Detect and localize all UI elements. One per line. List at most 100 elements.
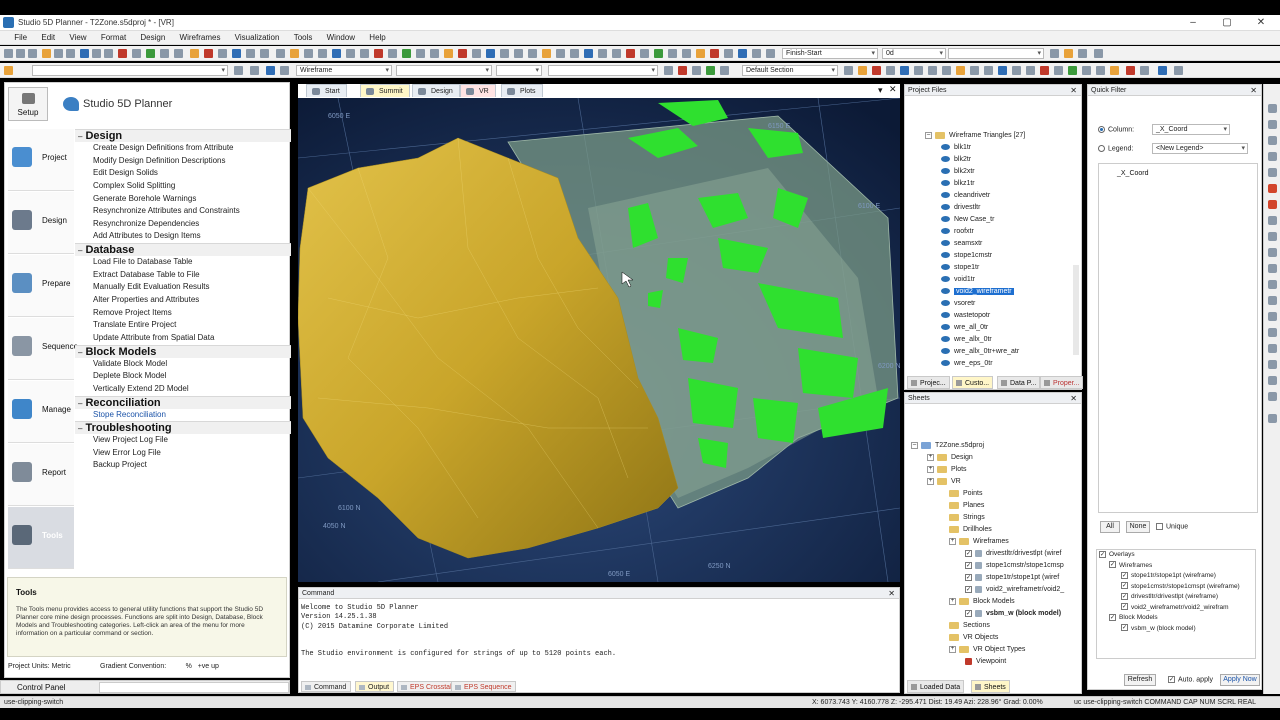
toolbar-button-icon[interactable] bbox=[984, 66, 993, 75]
toolbar-button-icon[interactable] bbox=[682, 49, 691, 58]
wireframe-item[interactable]: wastetopotr bbox=[925, 310, 1025, 322]
sheet-node[interactable]: ✓ vsbm_w (block model) bbox=[911, 608, 1064, 620]
toolbar-button-icon[interactable] bbox=[204, 49, 213, 58]
toolbar-button-icon[interactable] bbox=[556, 49, 565, 58]
tab-eps-crosstab[interactable]: EPS Crosstab bbox=[397, 681, 459, 692]
tab-vr[interactable]: VR bbox=[460, 84, 496, 97]
toolbar-button-icon[interactable] bbox=[132, 49, 141, 58]
overlay-item[interactable]: ✓ vsbm_w (block model) bbox=[1097, 624, 1255, 635]
command-item[interactable]: Alter Properties and Attributes bbox=[75, 294, 291, 307]
toolbar-button-icon[interactable] bbox=[1064, 49, 1073, 58]
toolbar-button-icon[interactable] bbox=[664, 66, 673, 75]
toolbar-button-icon[interactable] bbox=[232, 49, 241, 58]
section-reconciliation[interactable]: Reconciliation bbox=[75, 395, 291, 409]
toolbar-button-icon[interactable] bbox=[766, 49, 775, 58]
toolbar-button-icon[interactable] bbox=[1094, 49, 1103, 58]
tool-strip-icon[interactable] bbox=[1268, 392, 1277, 401]
menu-edit[interactable]: Edit bbox=[35, 31, 61, 42]
toolbar-button-icon[interactable] bbox=[118, 49, 127, 58]
sheet-node[interactable]: Strings bbox=[911, 512, 1064, 524]
sheet-node[interactable]: + VR bbox=[911, 476, 1064, 488]
toolbar-button-icon[interactable] bbox=[886, 66, 895, 75]
toolbar-button-icon[interactable] bbox=[956, 66, 965, 75]
toolbar-button-icon[interactable] bbox=[998, 66, 1007, 75]
checked-icon[interactable]: ✓ bbox=[1109, 561, 1116, 569]
toolbar-button-icon[interactable] bbox=[146, 49, 155, 58]
toolbar-button-icon[interactable] bbox=[1040, 66, 1049, 75]
toolbar-button-icon[interactable] bbox=[626, 49, 635, 58]
sheets-root[interactable]: – T2Zone.s5dproj bbox=[911, 440, 1064, 452]
toolbar-button-icon[interactable] bbox=[858, 66, 867, 75]
wireframe-item[interactable]: blk2xtr bbox=[925, 166, 1025, 178]
wireframe-item[interactable]: blk2tr bbox=[925, 154, 1025, 166]
tab-sheets[interactable]: Sheets bbox=[971, 680, 1010, 693]
expand-icon[interactable]: + bbox=[949, 597, 956, 605]
nav-prepare[interactable]: Prepare bbox=[8, 255, 74, 317]
eye-icon[interactable] bbox=[941, 168, 950, 175]
value-combo[interactable] bbox=[548, 65, 658, 76]
toolbar-button-icon[interactable] bbox=[234, 66, 243, 75]
toolbar-button-icon[interactable] bbox=[246, 49, 255, 58]
menu-format[interactable]: Format bbox=[95, 31, 132, 42]
toolbar-button-icon[interactable] bbox=[1054, 66, 1063, 75]
toolbar-button-icon[interactable] bbox=[430, 49, 439, 58]
command-item[interactable]: Vertically Extend 2D Model bbox=[75, 383, 291, 396]
command-item[interactable]: Translate Entire Project bbox=[75, 319, 291, 332]
nav-manage[interactable]: Manage bbox=[8, 381, 74, 443]
toolbar-button-icon[interactable] bbox=[1078, 49, 1087, 58]
tool-strip-icon[interactable] bbox=[1268, 296, 1277, 305]
wireframe-item[interactable]: blkz1tr bbox=[925, 178, 1025, 190]
nav-design[interactable]: Design bbox=[8, 192, 74, 254]
toolbar-button-icon[interactable] bbox=[696, 49, 705, 58]
toolbar-button-icon[interactable] bbox=[738, 49, 747, 58]
quick-filter-close-icon[interactable]: ✕ bbox=[1250, 85, 1257, 96]
checked-icon[interactable]: ✓ bbox=[965, 561, 972, 569]
tab-data-properties[interactable]: Data P... bbox=[997, 376, 1041, 389]
sheet-node[interactable]: Viewpoint bbox=[911, 656, 1064, 668]
sheet-node[interactable]: Points bbox=[911, 488, 1064, 500]
toolbar-button-icon[interactable] bbox=[318, 49, 327, 58]
toolbar-button-icon[interactable] bbox=[752, 49, 761, 58]
nav-project[interactable]: Project bbox=[8, 129, 74, 191]
command-item[interactable]: Load File to Database Table bbox=[75, 256, 291, 269]
checked-icon[interactable]: ✓ bbox=[965, 609, 972, 617]
tool-strip-icon[interactable] bbox=[1268, 280, 1277, 289]
checked-icon[interactable]: ✓ bbox=[965, 573, 972, 581]
collapse-icon[interactable]: – bbox=[911, 441, 918, 449]
tool-strip-icon[interactable] bbox=[1268, 376, 1277, 385]
toolbar-button-icon[interactable] bbox=[570, 49, 579, 58]
toolbar-button-icon[interactable] bbox=[1050, 49, 1059, 58]
project-files-scrollbar[interactable] bbox=[1073, 265, 1079, 355]
eye-icon[interactable] bbox=[941, 312, 950, 319]
toolbar-button-icon[interactable] bbox=[290, 49, 299, 58]
toolbar-button-icon[interactable] bbox=[928, 66, 937, 75]
section-troubleshooting[interactable]: Troubleshooting bbox=[75, 421, 291, 435]
expand-icon[interactable]: + bbox=[927, 477, 934, 485]
viewport-pin-icon[interactable]: ▾ bbox=[878, 85, 883, 96]
wireframe-item[interactable]: blk1tr bbox=[925, 142, 1025, 154]
sheet-node[interactable]: + Wireframes bbox=[911, 536, 1064, 548]
sheet-node[interactable]: Sections bbox=[911, 620, 1064, 632]
checked-icon[interactable]: ✓ bbox=[1099, 550, 1106, 558]
unique-checkbox[interactable]: Unique bbox=[1156, 523, 1188, 530]
expand-icon[interactable]: + bbox=[949, 645, 956, 653]
all-button[interactable]: All bbox=[1100, 521, 1120, 533]
lag-combo[interactable]: 0d bbox=[882, 48, 946, 59]
3d-scene[interactable]: 6050 E 6100 E 6150 E 6200 N 6250 N 4050 N 6100… bbox=[298, 98, 900, 582]
toolbar-button-icon[interactable] bbox=[914, 66, 923, 75]
eye-icon[interactable] bbox=[941, 288, 950, 295]
menu-wireframes[interactable]: Wireframes bbox=[174, 31, 227, 42]
toolbar-button-icon[interactable] bbox=[486, 49, 495, 58]
toolbar-button-icon[interactable] bbox=[54, 49, 63, 58]
menu-help[interactable]: Help bbox=[363, 31, 391, 42]
checked-icon[interactable]: ✓ bbox=[965, 549, 972, 557]
sheet-node[interactable]: + VR Object Types bbox=[911, 644, 1064, 656]
toolbar-button-icon[interactable] bbox=[706, 66, 715, 75]
toolbar-button-icon[interactable] bbox=[4, 66, 13, 75]
tab-output[interactable]: Output bbox=[355, 681, 395, 692]
tool-strip-icon[interactable] bbox=[1268, 104, 1277, 113]
eye-icon[interactable] bbox=[941, 228, 950, 235]
expand-icon[interactable]: + bbox=[927, 465, 934, 473]
checked-icon[interactable]: ✓ bbox=[965, 585, 972, 593]
legend-select[interactable]: <New Legend> bbox=[1152, 143, 1248, 154]
